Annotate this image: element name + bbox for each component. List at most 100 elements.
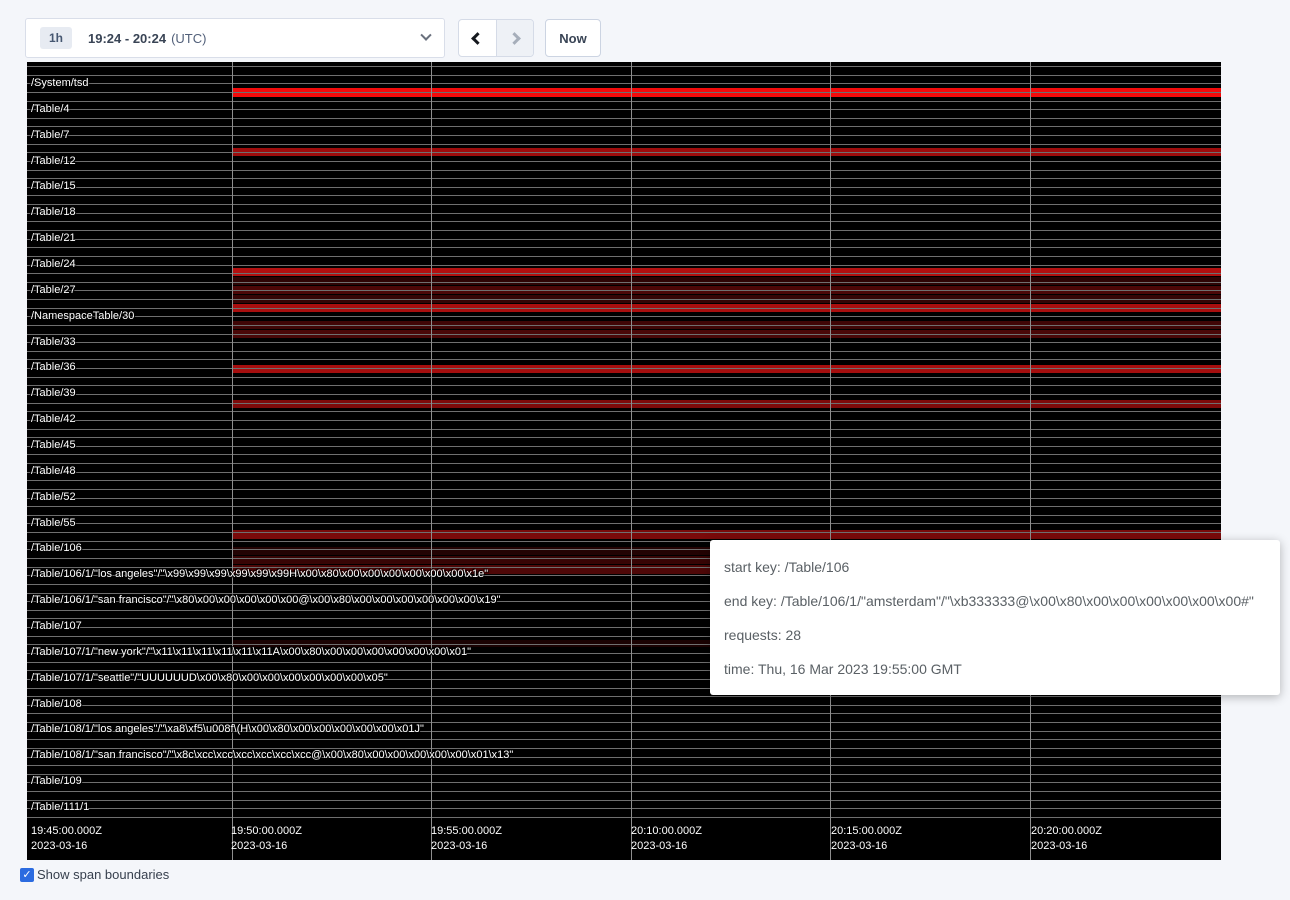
next-time-button-disabled[interactable]	[497, 20, 534, 56]
span-boundary-line	[27, 774, 1221, 775]
time-range-selector[interactable]: 1h 19:24 - 20:24 (UTC)	[25, 18, 445, 58]
span-boundary-line	[27, 170, 1221, 171]
span-boundary-line	[27, 739, 1221, 740]
span-boundary-line	[27, 437, 1221, 438]
toolbar: 1h 19:24 - 20:24 (UTC) Now	[0, 0, 1290, 62]
time-nav-group	[458, 19, 534, 57]
key-span-label: /Table/106/1/"san francisco"/"\x80\x00\x…	[31, 594, 501, 606]
span-boundary-line	[27, 75, 1221, 76]
span-boundary-line	[27, 800, 1221, 801]
span-boundary-line	[27, 135, 1221, 136]
span-boundary-line	[27, 152, 1221, 153]
span-boundary-line	[27, 420, 1221, 421]
x-axis-tick: 20:15:00.000Z2023-03-16	[831, 824, 902, 854]
span-boundary-line	[27, 351, 1221, 352]
key-span-label: /Table/15	[31, 180, 76, 192]
key-span-label: /Table/108	[31, 698, 82, 710]
span-boundary-line	[27, 713, 1221, 714]
span-boundary-line	[27, 385, 1221, 386]
span-boundary-line	[27, 515, 1221, 516]
key-span-label: /Table/33	[31, 336, 76, 348]
span-boundary-line	[27, 290, 1221, 291]
span-boundary-line	[27, 325, 1221, 326]
tooltip-line: end key: /Table/106/1/"amsterdam"/"\xb33…	[724, 584, 1266, 618]
key-span-label: /System/tsd	[31, 77, 88, 89]
chevron-left-icon	[471, 32, 484, 45]
span-boundary-line	[27, 808, 1221, 809]
span-boundary-line	[27, 489, 1221, 490]
span-boundary-line	[27, 782, 1221, 783]
key-span-label: /Table/108/1/"san francisco"/"\x8c\xcc\x…	[31, 749, 513, 761]
key-span-label: /Table/39	[31, 387, 76, 399]
span-boundary-line	[27, 92, 1221, 93]
now-button[interactable]: Now	[545, 19, 601, 57]
hover-tooltip: start key: /Table/106end key: /Table/106…	[710, 540, 1280, 695]
key-span-label: /Table/107	[31, 620, 82, 632]
span-boundary-line	[27, 316, 1221, 317]
footer: ✓ Show span boundaries	[20, 867, 169, 882]
span-boundary-line	[27, 256, 1221, 257]
span-boundary-line	[27, 213, 1221, 214]
span-boundary-line	[27, 144, 1221, 145]
span-boundary-line	[27, 178, 1221, 179]
key-visualizer-canvas[interactable]: /System/tsd/Table/4/Table/7/Table/12/Tab…	[27, 62, 1221, 860]
tooltip-line: time: Thu, 16 Mar 2023 19:55:00 GMT	[724, 652, 1266, 686]
span-boundary-line	[27, 446, 1221, 447]
span-boundary-line	[27, 247, 1221, 248]
span-boundary-line	[27, 109, 1221, 110]
x-axis-tick: 19:55:00.000Z2023-03-16	[431, 824, 502, 854]
key-span-label: /Table/4	[31, 103, 70, 115]
show-span-boundaries-label: Show span boundaries	[37, 867, 169, 882]
time-range-text: 19:24 - 20:24	[88, 31, 166, 46]
span-boundary-line	[27, 273, 1221, 274]
key-span-label: /Table/7	[31, 129, 70, 141]
x-axis-tick: 20:10:00.000Z2023-03-16	[631, 824, 702, 854]
span-boundary-line	[27, 696, 1221, 697]
timezone-text: (UTC)	[171, 31, 206, 46]
tooltip-line: requests: 28	[724, 618, 1266, 652]
x-axis-tick: 20:20:00.000Z2023-03-16	[1031, 824, 1102, 854]
span-boundary-line	[27, 101, 1221, 102]
span-boundary-line	[27, 472, 1221, 473]
span-boundary-line	[27, 161, 1221, 162]
tooltip-line: start key: /Table/106	[724, 550, 1266, 584]
key-span-label: /Table/106/1/"los angeles"/"\x99\x99\x99…	[31, 568, 488, 580]
x-axis-tick: 19:50:00.000Z2023-03-16	[231, 824, 302, 854]
span-boundary-line	[27, 480, 1221, 481]
span-boundary-line	[27, 66, 1221, 67]
key-span-label: /Table/24	[31, 258, 76, 270]
hot-range-band	[232, 268, 1221, 276]
span-boundary-line	[27, 308, 1221, 309]
span-boundary-line	[27, 523, 1221, 524]
span-boundary-line	[27, 429, 1221, 430]
chevron-right-icon	[508, 32, 521, 45]
time-gridline	[232, 62, 233, 860]
key-span-label: /Table/107/1/"seattle"/"UUUUUUD\x00\x80\…	[31, 672, 388, 684]
x-axis-tick: 19:45:00.000Z2023-03-16	[31, 824, 102, 854]
hot-range-band	[232, 400, 1221, 408]
span-boundary-line	[27, 83, 1221, 84]
span-boundary-line	[27, 282, 1221, 283]
key-span-label: /Table/27	[31, 284, 76, 296]
span-boundary-line	[27, 221, 1221, 222]
span-boundary-line	[27, 195, 1221, 196]
time-gridline	[1030, 62, 1031, 860]
key-span-label: /Table/106	[31, 542, 82, 554]
key-visualizer-page: 1h 19:24 - 20:24 (UTC) Now /System/tsd/T…	[0, 0, 1290, 900]
span-boundary-line	[27, 265, 1221, 266]
span-boundary-line	[27, 334, 1221, 335]
span-boundary-line	[27, 817, 1221, 818]
span-boundary-line	[27, 463, 1221, 464]
time-gridline	[431, 62, 432, 860]
span-boundary-line	[27, 377, 1221, 378]
chevron-down-icon	[420, 30, 431, 41]
key-span-label: /Table/36	[31, 361, 76, 373]
key-span-label: /NamespaceTable/30	[31, 310, 134, 322]
span-boundary-line	[27, 506, 1221, 507]
show-span-boundaries-checkbox[interactable]: ✓	[20, 868, 34, 882]
prev-time-button[interactable]	[459, 20, 497, 56]
key-span-label: /Table/108/1/"los angeles"/"\xa8\xf5\u00…	[31, 723, 424, 735]
key-span-label: /Table/55	[31, 517, 76, 529]
key-span-label: /Table/21	[31, 232, 76, 244]
span-boundary-line	[27, 765, 1221, 766]
